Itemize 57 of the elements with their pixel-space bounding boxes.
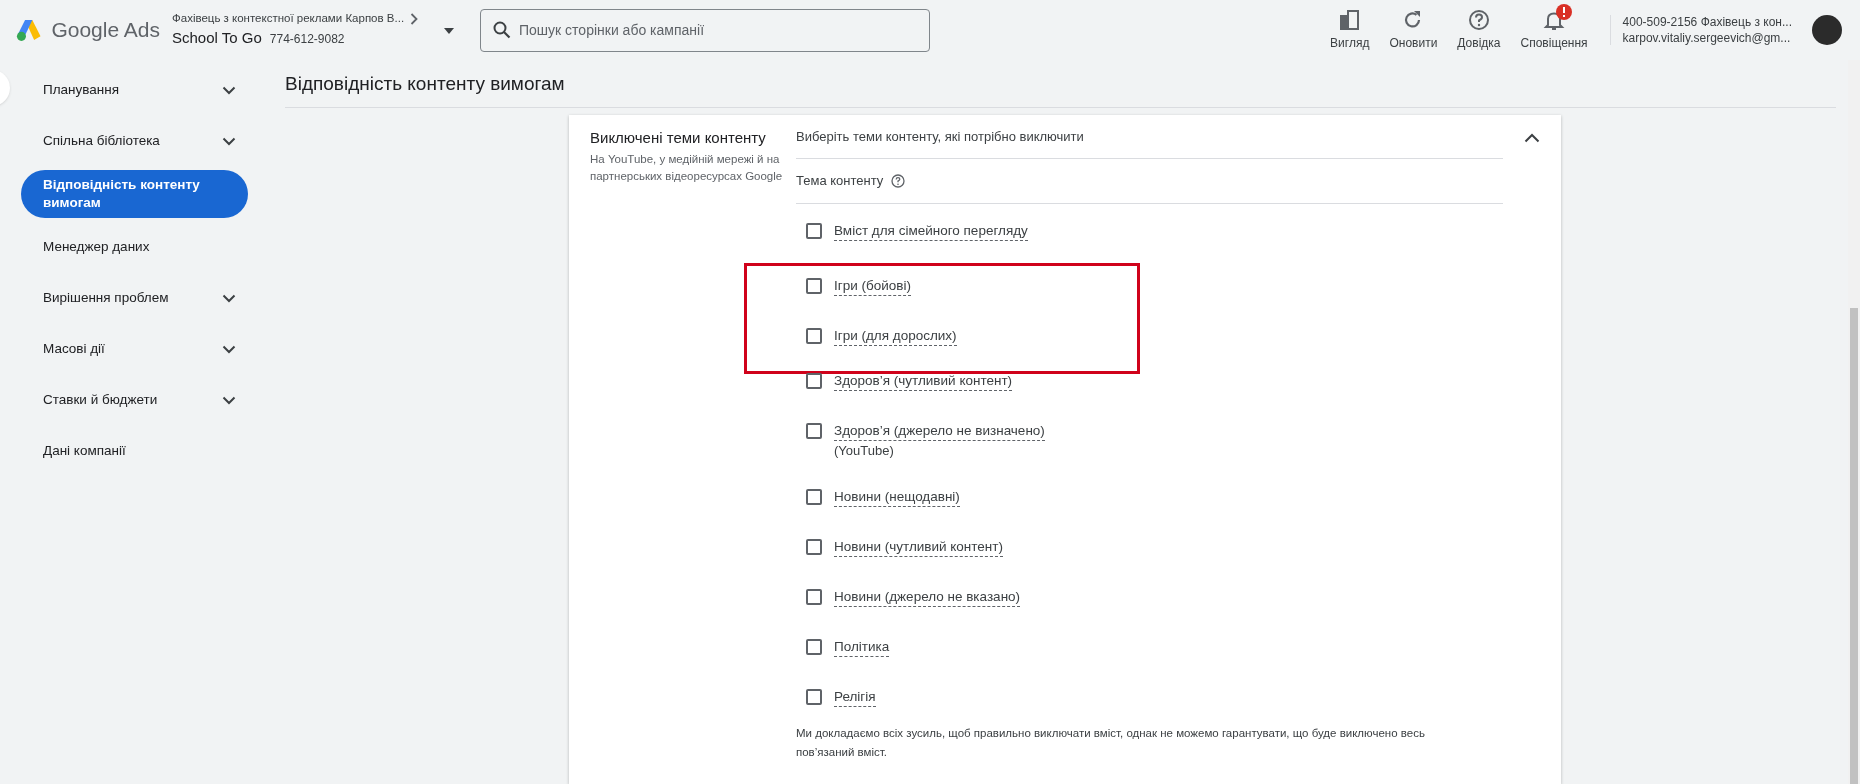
topic-note: (YouTube) (834, 441, 895, 460)
view-icon (1337, 8, 1362, 32)
help-icon (891, 173, 906, 188)
column-header: Тема контенту (796, 172, 884, 190)
sidebar-item[interactable]: Відповідність контенту вимогам (21, 170, 248, 218)
checkbox[interactable] (806, 488, 822, 505)
help-icon (1466, 8, 1491, 32)
manager-account-name: Фахівець з контекстної реклами Карпов В... (172, 11, 405, 27)
sidebar-item[interactable]: Планування (21, 68, 248, 112)
topic-label: Вміст для сімейного перегляду (834, 221, 1028, 241)
card-subtitle: На YouTube, у медійній мережі й на партнерських відеоресурсах Google (590, 152, 784, 184)
sidebar-item[interactable]: Менеджер даних (21, 225, 248, 269)
user-email: karpov.vitaliy.sergeevich@gm... (1622, 30, 1792, 46)
checkbox[interactable] (806, 638, 822, 655)
toolbar-button[interactable]: Довідка (1447, 8, 1511, 52)
search-input: Пошук сторінки або кампанії (519, 19, 917, 41)
dropdown-icon (444, 28, 454, 34)
checkbox[interactable] (806, 588, 822, 605)
sidebar-item[interactable]: Вирішення проблем (21, 276, 248, 320)
account-name: School To Go (172, 28, 262, 49)
checkbox[interactable] (806, 688, 822, 705)
checkbox[interactable] (806, 538, 822, 555)
topic-label: Новини (нещодавні) (834, 487, 960, 507)
topic-label: Новини (джерело не вказано) (834, 587, 1021, 607)
checkbox[interactable] (806, 372, 822, 389)
page-title: Відповідність контенту вимогам (285, 60, 1836, 108)
topic-label: Здоров’я (чутливий контент) (834, 371, 1013, 391)
checkbox[interactable] (806, 422, 822, 439)
checkbox[interactable] (806, 222, 822, 239)
topic-label: Ігри (бойові) (834, 276, 911, 296)
sidebar-item[interactable]: Дані компанії (21, 429, 248, 473)
topic-label: Релігія (834, 687, 876, 707)
disclaimer-text: Ми докладаємо всіх зусиль, щоб правильно виключати вміст, однак не можемо гарантувати, що буде виключено весь пов’язаний вміст. (796, 725, 1426, 760)
product-name: Google Ads (51, 17, 160, 44)
sidebar-item[interactable]: Спільна бібліотека (21, 119, 248, 163)
account-id: 774-612-9082 (269, 31, 345, 49)
toolbar-button[interactable]: Сповіщення (1510, 8, 1598, 52)
checkbox[interactable] (806, 277, 822, 294)
topic-label: Ігри (для дорослих) (834, 326, 957, 346)
section-prompt: Виберіть теми контенту, які потрібно виключити (796, 126, 1503, 159)
topic-label: Політика (834, 637, 890, 657)
checkbox[interactable] (806, 327, 822, 344)
toolbar-button[interactable]: Вигляд (1320, 8, 1380, 52)
account-info: 400-509-2156 Фахівець з кон... (1622, 14, 1792, 30)
google-ads-logo-icon (16, 17, 42, 43)
search-field[interactable]: Пошук сторінки або кампанії (480, 8, 930, 52)
topic-label: Новини (чутливий контент) (834, 537, 1003, 557)
avatar[interactable] (1812, 15, 1842, 45)
toolbar-button[interactable]: Оновити (1379, 8, 1448, 52)
chevron-up-icon[interactable] (1524, 132, 1540, 143)
card-title: Виключені теми контенту (590, 127, 767, 148)
chevron-right-icon (410, 12, 419, 25)
sidebar-item[interactable]: Масові дії (21, 327, 248, 371)
sidebar-item[interactable]: Ставки й бюджети (21, 378, 248, 422)
account-selector[interactable]: Фахівець з контекстної реклами Карпов В... School To Go 774-612-9082 (172, 8, 442, 52)
search-icon (493, 21, 511, 39)
topic-label: Здоров’я (джерело не визначено) (834, 421, 1045, 441)
